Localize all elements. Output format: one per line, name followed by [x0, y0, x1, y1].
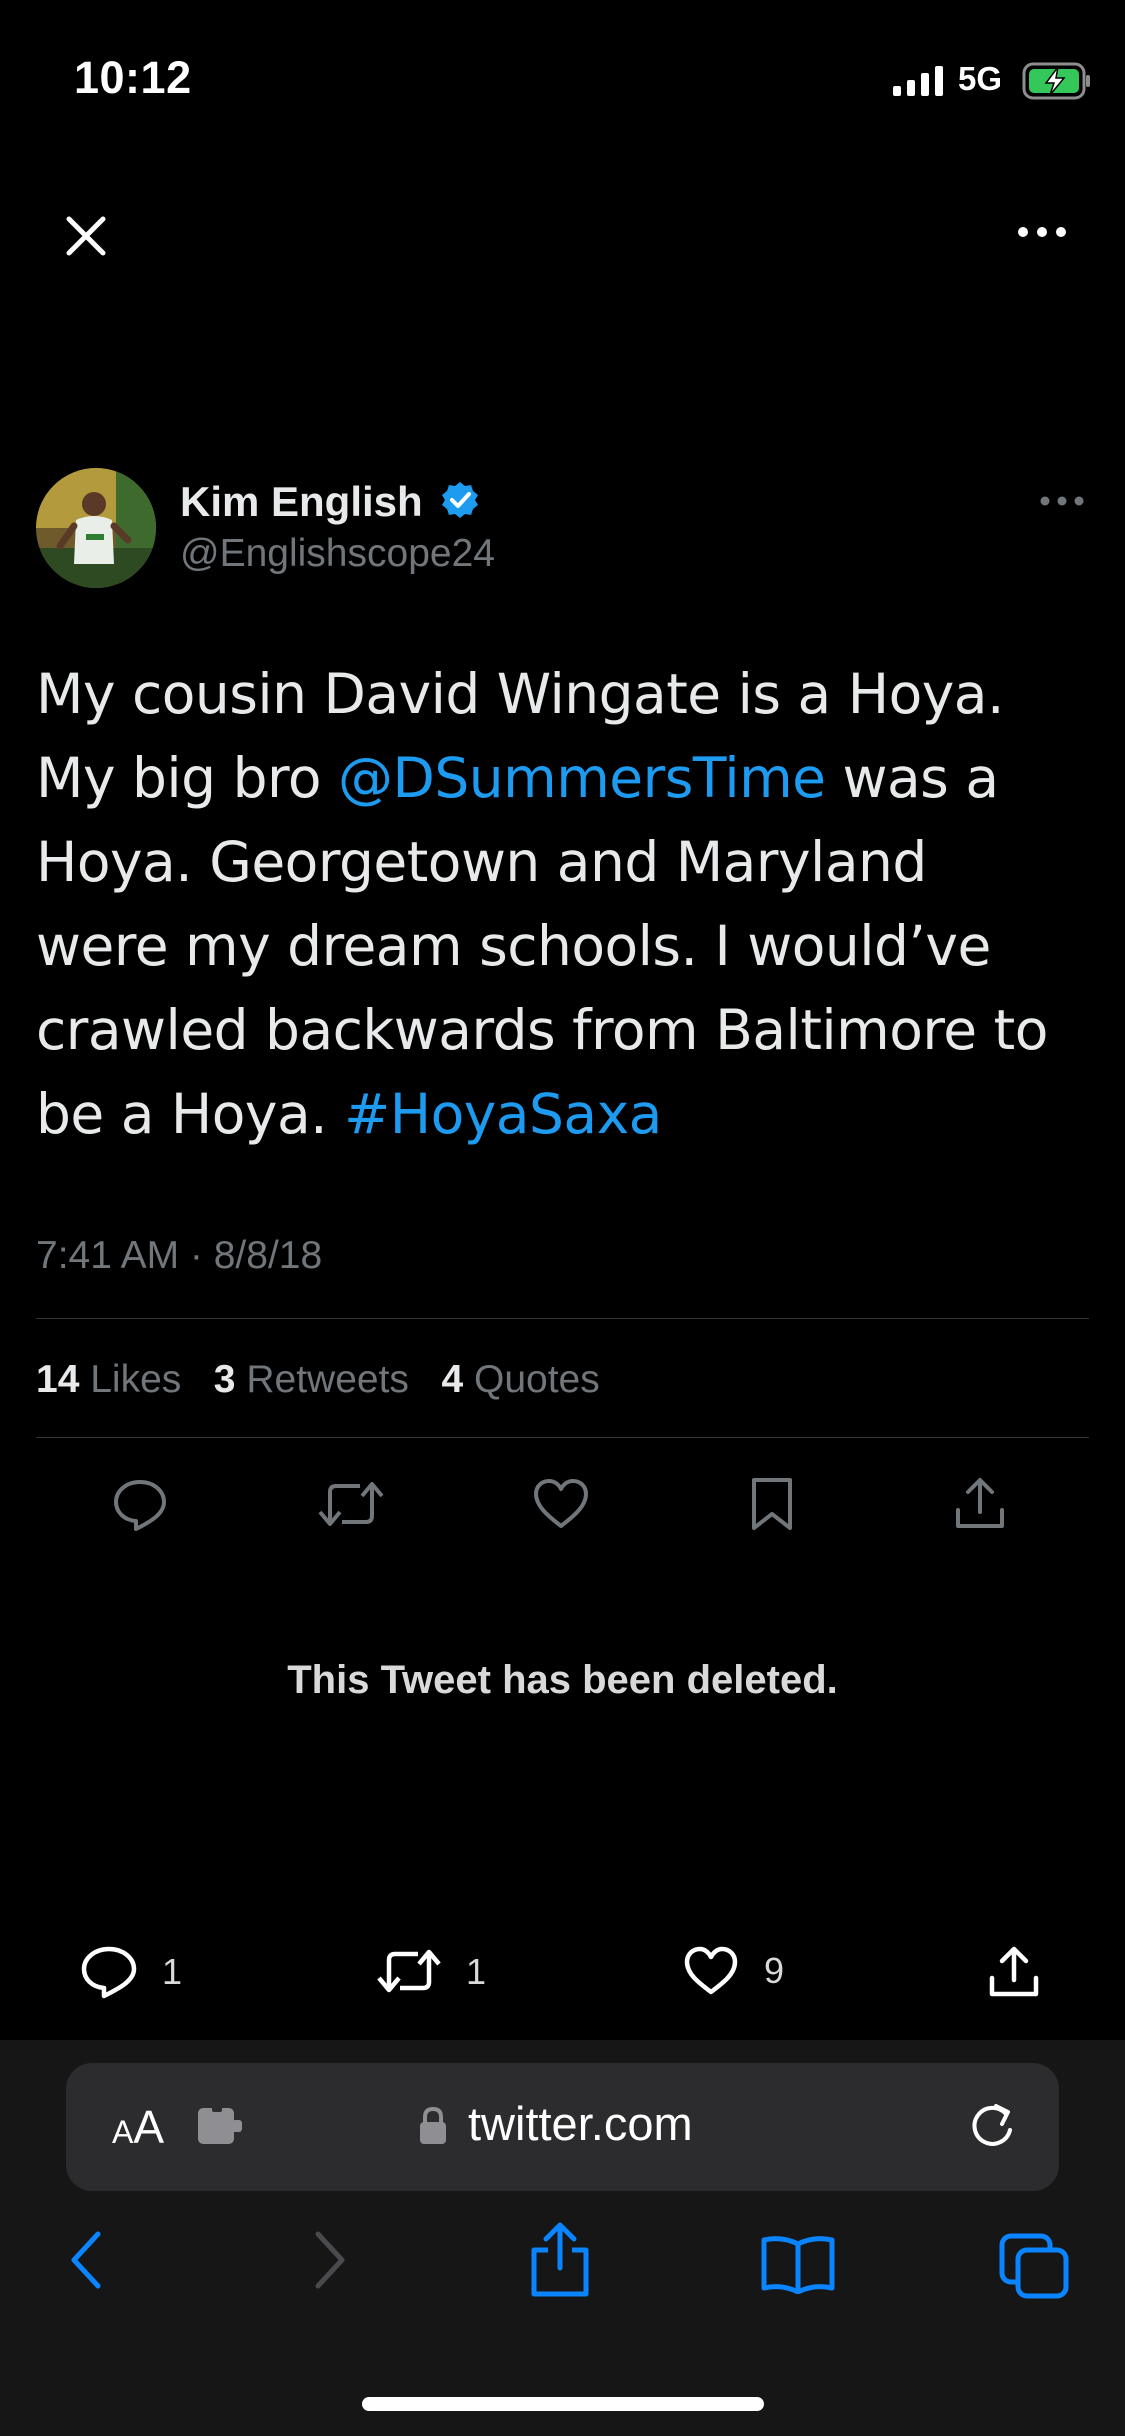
reload-icon[interactable]: [966, 2100, 1018, 2152]
author-name[interactable]: Kim English: [180, 478, 423, 526]
tweet-line: Hoya. Georgetown and Maryland: [36, 820, 1096, 904]
signal-icon: [893, 66, 945, 96]
bookmarks-icon[interactable]: [760, 2234, 836, 2294]
tweet-line: be a Hoya. #HoyaSaxa: [36, 1072, 1096, 1156]
tweet-line: were my dream schools. I would’ve: [36, 904, 1096, 988]
tabs-icon[interactable]: [998, 2232, 1070, 2300]
aa-small: A: [112, 2114, 134, 2150]
lock-icon: [418, 2106, 448, 2146]
quotes-label: Quotes: [473, 1358, 600, 1401]
avatar[interactable]: [36, 468, 156, 588]
tweet-line: My big bro @DSummersTime was a: [36, 736, 1096, 820]
mention-link[interactable]: @DSummersTime: [338, 746, 826, 810]
retweet-icon[interactable]: [316, 1474, 386, 1534]
bottom-share-icon[interactable]: [986, 1944, 1042, 2000]
back-icon[interactable]: [66, 2228, 106, 2292]
extension-icon[interactable]: [196, 2106, 246, 2146]
tweet-text-segment: was a: [825, 746, 999, 810]
bottom-retweet[interactable]: 1: [376, 1944, 486, 2000]
close-icon[interactable]: [63, 213, 109, 259]
battery-charging-icon: [1022, 62, 1092, 100]
bottom-reply[interactable]: 1: [80, 1944, 182, 2000]
tweet-stats: 14 Likes 3 Retweets 4 Quotes: [36, 1358, 600, 1402]
reply-icon[interactable]: [110, 1474, 170, 1534]
retweet-icon: [377, 1949, 441, 1993]
status-time: 10:12: [74, 52, 192, 103]
likes-stat[interactable]: 14 Likes: [36, 1358, 181, 1401]
tweet-line: My cousin David Wingate is a Hoya.: [36, 652, 1096, 736]
reader-settings-button[interactable]: AA: [112, 2100, 164, 2154]
quotes-count: 4: [441, 1358, 464, 1401]
tweet-text-segment: be a Hoya.: [36, 1082, 345, 1146]
reply-icon: [81, 1946, 137, 1999]
divider: [36, 1318, 1089, 1319]
tweet-timestamp[interactable]: 7:41 AM · 8/8/18: [36, 1234, 322, 1278]
home-indicator[interactable]: [362, 2397, 764, 2411]
like-icon[interactable]: [530, 1474, 592, 1534]
url-text[interactable]: twitter.com: [468, 2096, 693, 2151]
quotes-stat[interactable]: 4 Quotes: [441, 1358, 599, 1401]
tweet-text-segment: My cousin David Wingate is a Hoya.: [36, 662, 1004, 726]
author-handle[interactable]: @Englishscope24: [180, 532, 495, 576]
network-type: 5G: [958, 60, 1003, 97]
tweet-text-segment: were my dream schools. I would’ve: [36, 914, 991, 978]
likes-count: 14: [36, 1358, 80, 1401]
tweet-line: crawled backwards from Baltimore to: [36, 988, 1096, 1072]
tweet-text-segment: crawled backwards from Baltimore to: [36, 998, 1048, 1062]
safari-share-icon[interactable]: [528, 2222, 592, 2298]
share-icon[interactable]: [950, 1474, 1010, 1534]
retweets-stat[interactable]: 3 Retweets: [214, 1358, 409, 1401]
aa-large: A: [133, 2101, 165, 2153]
tweet-text-segment: My big bro: [36, 746, 339, 810]
tweet-more-icon[interactable]: [1040, 496, 1084, 506]
like-count: 9: [764, 1950, 785, 1991]
retweet-count: 1: [466, 1951, 487, 1992]
bottom-like[interactable]: 9: [682, 1944, 784, 1998]
forward-icon[interactable]: [310, 2228, 350, 2292]
reply-count: 1: [162, 1951, 183, 1992]
like-icon: [684, 1946, 738, 1995]
retweets-label: Retweets: [246, 1358, 409, 1401]
hashtag-link[interactable]: #HoyaSaxa: [344, 1082, 662, 1146]
tweet-text: My cousin David Wingate is a Hoya. My bi…: [36, 652, 1096, 1156]
deleted-tweet-notice: This Tweet has been deleted.: [287, 1658, 838, 1702]
tweet-text-segment: Hoya. Georgetown and Maryland: [36, 830, 927, 894]
verified-badge-icon: [440, 480, 480, 520]
bookmark-icon[interactable]: [744, 1474, 800, 1534]
divider: [36, 1437, 1089, 1438]
likes-label: Likes: [90, 1358, 182, 1401]
retweets-count: 3: [213, 1358, 236, 1401]
more-icon[interactable]: [1017, 226, 1067, 238]
